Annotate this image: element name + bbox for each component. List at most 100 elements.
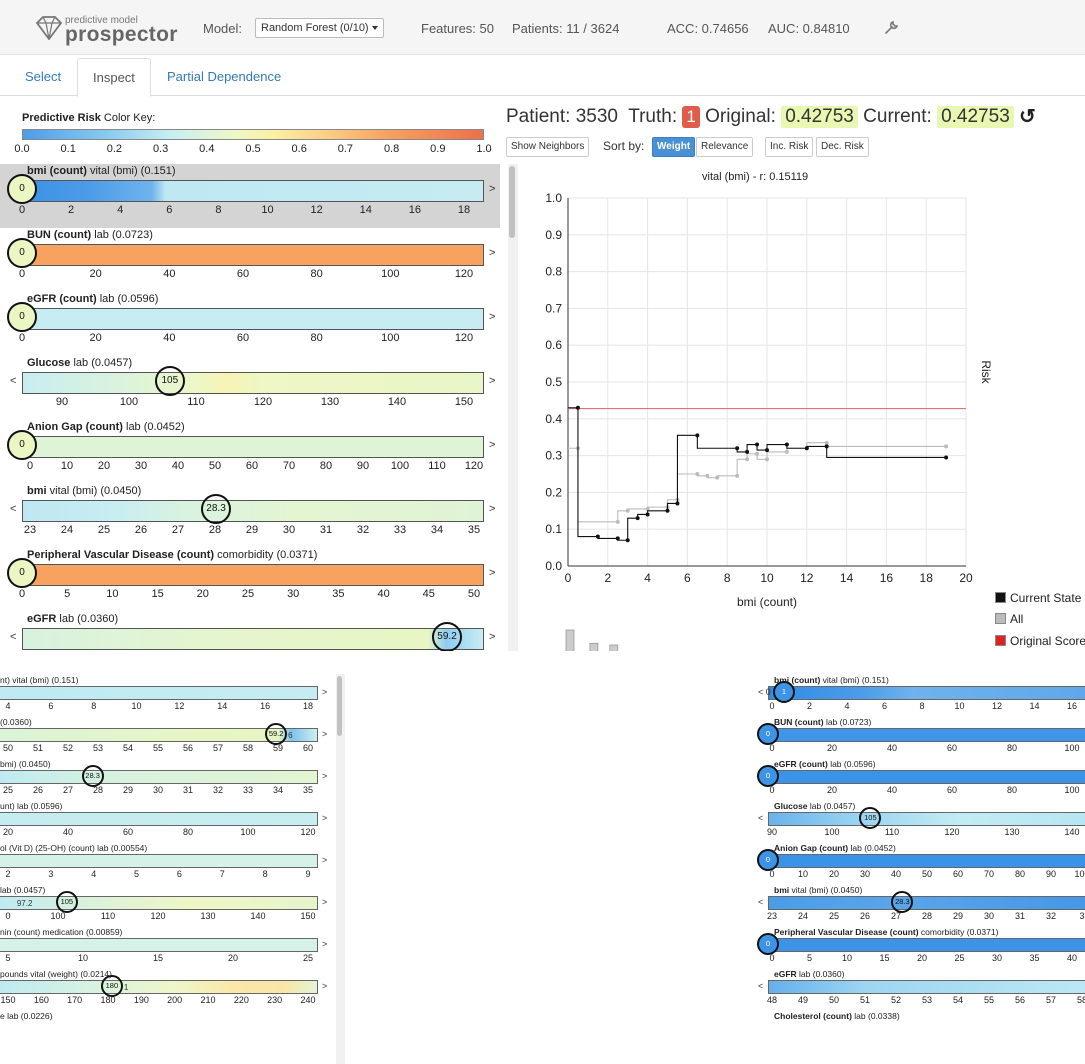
dec-risk-button[interactable]: Dec. Risk [816,137,869,157]
preview-value-marker[interactable]: 0 [757,765,779,787]
feature-row[interactable]: bmi vital (bmi) (0.0450) < >23 24 25 26 27 28 29… [0,484,500,548]
preview-risk-bar[interactable] [768,938,1085,952]
preview-feature-row[interactable]: eGFR (count) lab (0.0596) 0 20 40 60 80 100 0 [756,759,1085,801]
feature-risk-bar[interactable] [22,180,484,202]
preview-value-marker[interactable]: 180 [100,975,123,997]
preview-risk-bar[interactable] [0,812,318,826]
preview-risk-bar[interactable] [768,854,1085,868]
preview-feature-row[interactable]: Peripheral Vascular Disease (count) como… [756,927,1085,969]
increase-arrow[interactable]: > [489,183,495,195]
preview-feature-row[interactable]: nin (count) medication (0.00859) >5 10 15 20… [0,927,345,969]
decrease-arrow[interactable]: < [10,375,16,387]
increase-arrow[interactable]: > [489,503,495,515]
preview-feature-row[interactable]: Glucose lab (0.0457) <90 100 110 120 130 140 10… [756,801,1085,843]
increase-arrow[interactable]: > [489,439,495,451]
preview-risk-bar[interactable] [768,770,1085,784]
current-value-marker[interactable]: 105 [154,366,185,396]
decrease-arrow[interactable]: < [758,981,763,991]
decrease-arrow[interactable]: < 0 [758,687,771,697]
preview-value-marker[interactable]: 0 [757,849,779,871]
feature-risk-bar[interactable] [22,308,484,330]
preview-feature-row[interactable]: e lab (0.0226) [0,1011,345,1053]
preview-feature-row[interactable]: (0.0360) >50 51 52 53 54 55 56 57 58 59 60 59.2 6 [0,717,345,759]
preview-risk-bar[interactable] [0,896,318,910]
current-value-marker[interactable]: 0 [7,238,37,268]
preview-value-marker[interactable]: 28.3 [81,765,104,787]
tab-inspect[interactable]: Inspect [77,58,151,97]
preview-feature-row[interactable]: Cholesterol (count) lab (0.0338) [756,1011,1085,1053]
wrench-icon[interactable] [884,21,898,35]
preview-feature-row[interactable]: bmi (count) vital (bmi) (0.151) < 0024681… [756,675,1085,717]
preview-feature-row[interactable]: pounds vital (weight) (0.0214) >150 160 170… [0,969,345,1011]
preview-feature-row[interactable]: unt) lab (0.0596) >20 40 60 80 100 120 [0,801,345,843]
reset-icon[interactable]: ↺ [1019,104,1036,129]
preview-value-marker[interactable]: 59.2 [265,723,288,745]
preview-feature-row[interactable]: bmi) (0.0450) >25 26 27 28 29 30 31 32 33 34 35 28.3 [0,759,345,801]
decrease-arrow[interactable]: < [758,897,763,907]
current-value-marker[interactable]: 28.3 [201,494,232,524]
preview-risk-bar[interactable] [0,854,318,868]
increase-arrow[interactable]: > [489,567,495,579]
feature-row[interactable]: eGFR (count) lab (0.0596)<>0204060801001… [0,292,500,356]
preview-feature-row[interactable]: eGFR lab (0.0360) <48 49 50 51 52 53 54 55 56 57 58 [756,969,1085,1011]
preview-risk-bar[interactable] [768,686,1085,700]
feature-row[interactable]: Anion Gap (count) lab (0.0452)<>01020304… [0,420,500,484]
increase-arrow[interactable]: > [322,771,327,781]
feature-row[interactable]: bmi (count) vital (bmi) (0.151)<>0246810… [0,164,500,228]
tab-select[interactable]: Select [10,58,76,96]
current-value-marker[interactable]: 59.2 [432,622,463,651]
sort-weight-button[interactable]: Weight [652,137,696,157]
feature-risk-bar[interactable] [22,244,484,266]
model-select[interactable]: Random Forest (0/10) [255,18,384,38]
inc-risk-button[interactable]: Inc. Risk [765,137,814,157]
preview-value-marker[interactable]: 0 [757,723,779,745]
preview-risk-bar[interactable] [0,770,318,784]
increase-arrow[interactable]: > [322,687,327,697]
increase-arrow[interactable]: > [322,855,327,865]
preview-scrollbar-thumb[interactable] [337,676,342,736]
feature-risk-bar[interactable] [22,500,484,522]
feature-row[interactable]: BUN (count) lab (0.0723)<>02040608010012… [0,228,500,292]
preview-feature-row[interactable]: BUN (count) lab (0.0723) 0 20 40 60 80 100 0 [756,717,1085,759]
preview-feature-row[interactable]: lab (0.0457) >0 100 110 120 130 140 150 105 97.2 [0,885,345,927]
preview-risk-bar[interactable] [768,728,1085,742]
preview-value-marker[interactable]: 1 [773,681,795,703]
decrease-arrow[interactable]: < [758,813,763,823]
preview-feature-row[interactable]: nt) vital (bmi) (0.151) >4 6 8 10 12 14 16 18 [0,675,345,717]
preview-risk-bar[interactable] [0,686,318,700]
preview-risk-bar[interactable] [768,896,1085,910]
increase-arrow[interactable]: > [322,897,327,907]
feature-risk-bar[interactable] [22,628,484,650]
increase-arrow[interactable]: > [489,247,495,259]
feature-risk-bar[interactable] [22,372,484,394]
feature-row[interactable]: Glucose lab (0.0457) < >90 100 110 120 130 140 1… [0,356,500,420]
preview-feature-row[interactable]: ol (Vit D) (25-OH) (count) lab (0.00554)… [0,843,345,885]
increase-arrow[interactable]: > [322,729,327,739]
show-neighbors-button[interactable]: Show Neighbors [506,137,590,157]
preview-risk-bar[interactable] [768,812,1085,826]
increase-arrow[interactable]: > [489,311,495,323]
preview-scrollbar[interactable] [336,674,345,1064]
preview-risk-bar[interactable] [768,980,1085,994]
feature-risk-bar[interactable] [22,436,484,458]
increase-arrow[interactable]: > [322,939,327,949]
increase-arrow[interactable]: > [322,813,327,823]
tab-partial-dependence[interactable]: Partial Dependence [152,58,296,96]
preview-feature-row[interactable]: Anion Gap (count) lab (0.0452) 0 10 20 30 40 5… [756,843,1085,885]
current-value-marker[interactable]: 0 [7,558,37,588]
increase-arrow[interactable]: > [489,631,495,643]
current-value-marker[interactable]: 0 [7,174,37,204]
increase-arrow[interactable]: > [322,981,327,991]
preview-feature-row[interactable]: bmi vital (bmi) (0.0450) <23 24 25 26 27 28 29 3… [756,885,1085,927]
decrease-arrow[interactable]: < [10,503,16,515]
feature-row[interactable]: Peripheral Vascular Disease (count) como… [0,548,500,612]
preview-risk-bar[interactable] [0,938,318,952]
feature-row[interactable]: eGFR lab (0.0360)<>484950515253545556575… [0,612,500,651]
current-value-marker[interactable]: 0 [7,430,37,460]
decrease-arrow[interactable]: < [10,631,16,643]
increase-arrow[interactable]: > [489,375,495,387]
preview-value-marker[interactable]: 105 [55,891,78,913]
app-logo[interactable]: predictive model prospector [35,12,177,46]
sort-relevance-button[interactable]: Relevance [696,137,754,157]
current-value-marker[interactable]: 0 [7,302,37,332]
